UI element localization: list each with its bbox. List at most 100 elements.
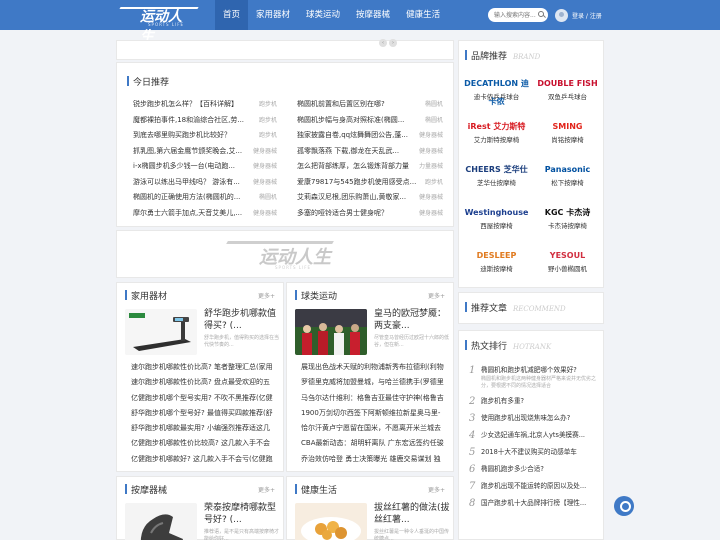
list-item[interactable]: 抓乳图,第六届金鹰节颁奖晚会,艾... 健身器械 (133, 144, 277, 160)
today-list-left: 锐步跑步机怎么样？【百科详解】 跑步机 魔都裸拍事件,18和渝综合社区,劳... 跑… (133, 97, 277, 221)
site-header: 运动人生 SPORTS LIFE 首页 家用器材 球类运动 按摩器械 健康生活 … (0, 0, 720, 45)
brand-item[interactable]: SMING 尚铭按摩椅 (532, 118, 603, 155)
list-item[interactable]: 椭圆机步幅与身高对照标准(椭圆... 椭圆机 (297, 113, 443, 129)
hot-item[interactable]: 6 椭圆机跑步多少合适? (469, 464, 601, 475)
list-item[interactable]: CBA最新动态：胡明轩离队 广东宏远签约任骏 (301, 436, 449, 451)
brand-item[interactable]: Westinghouse 西屋按摩椅 (461, 204, 532, 241)
list-item[interactable]: 速尔跑步机哪款性价比高? 盘点最受欢迎的五 (131, 375, 279, 390)
food-image[interactable] (295, 503, 367, 540)
list-item[interactable]: 锐步跑步机怎么样？【百科详解】 跑步机 (133, 97, 277, 113)
list-item[interactable]: 罗德里克威将加盟曼城，与哈兰德携手(罗德里 (301, 375, 449, 390)
list-item[interactable]: 魔都裸拍事件,18和渝综合社区,劳... 跑步机 (133, 113, 277, 129)
list-item[interactable]: 马刍尔达什维利：格鲁吉亚最佳守护神(格鲁吉 (301, 391, 449, 406)
brand-item[interactable]: KGC 卡杰诗 卡杰诗按摩椅 (532, 204, 603, 241)
list-item[interactable]: 怎么把背部练厚，怎么锻炼背部力量 力量器械 (297, 159, 443, 175)
hot-item[interactable]: 8 国产跑步机十大品牌排行榜【理性... (469, 498, 601, 509)
brand-logo: iRest 艾力斯特 (467, 122, 526, 131)
brand-panel: 品牌推荐 BRAND DECATHLON 迪卡侬 迪卡侬乒乓球台 DOUBLE FI… (458, 40, 604, 288)
list-item[interactable]: 速尔跑步机哪款性价比高? 笔者整理汇总(家用 (131, 360, 279, 375)
list-item[interactable]: 到底去哪里购买跑步机比较好？ 跑步机 (133, 128, 277, 144)
more-link[interactable]: 更多+ (428, 485, 445, 494)
brand-logo: Panasonic (544, 165, 591, 174)
hot-item[interactable]: 7 跑步机出现不能运转的原因以及处... (469, 481, 601, 492)
hot-item[interactable]: 5 2018十大不建议购买的动感单车 (469, 447, 601, 458)
feature-title[interactable]: 荣泰按摩椅哪款型号好? (... (204, 502, 282, 526)
chevron-left-icon[interactable]: ‹ (379, 39, 387, 47)
category-massage: 按摩器械 更多+ 荣泰按摩椅哪款型号好? (... 推荐语，是不是只有高端按摩椅… (116, 476, 284, 540)
brand-item[interactable]: iRest 艾力斯特 艾力斯特按摩椅 (461, 118, 532, 155)
list-item[interactable]: i-x椭圆步机多少钱一台(电动跑... 健身器械 (133, 159, 277, 175)
search-icon[interactable] (538, 11, 544, 17)
brand-grid: DECATHLON 迪卡侬 迪卡侬乒乓球台 DOUBLE FISH 双鱼乒乓球台 i… (461, 75, 603, 284)
feature-title[interactable]: 皇马的欧冠梦魇：两支豪... (374, 308, 452, 332)
brand-item[interactable]: DOUBLE FISH 双鱼乒乓球台 (532, 75, 603, 112)
nav-ball-sports[interactable]: 球类运动 (298, 0, 348, 30)
article-list: 速尔跑步机哪款性价比高? 笔者整理汇总(家用 速尔跑步机哪款性价比高? 盘点最受… (131, 360, 279, 467)
list-item[interactable]: 展现出色战术天赋的利物浦新秀布拉德利(利物 (301, 360, 449, 375)
nav-massage[interactable]: 按摩器械 (348, 0, 398, 30)
list-item[interactable]: 1900万剑切尔西签下阿斯顿维拉新星奥马里- (301, 406, 449, 421)
brand-item[interactable]: DESLEEP 迪斯按摩椅 (461, 247, 532, 284)
search-input[interactable] (494, 10, 538, 20)
brand-item[interactable]: Panasonic 松下按摩椅 (532, 161, 603, 198)
hot-item[interactable]: 2 跑步机有多重? (469, 396, 601, 407)
hot-list: 1 椭圆机和跑步机减肥哪个效果好? 椭圆机和跑步机这两种健身器材严格来说并无优劣之分… (469, 365, 601, 515)
section-title: 球类运动 (294, 289, 337, 302)
list-item[interactable]: 亿健跑步机哪款好? 这几款入手不会亏(亿健跑 (131, 452, 279, 467)
brand-item[interactable]: YESOUL 野小兽椭圆机 (532, 247, 603, 284)
avatar[interactable] (555, 8, 568, 22)
brand-item[interactable]: DECATHLON 迪卡侬 迪卡侬乒乓球台 (461, 75, 532, 112)
list-item[interactable]: 亿健跑步机哪个型号实用? 不吹不黑推荐(亿健 (131, 391, 279, 406)
brand-logo: KGC 卡杰诗 (544, 208, 591, 217)
article-list: 展现出色战术天赋的利物浦新秀布拉德利(利物 罗德里克威将加盟曼城，与哈兰德携手(… (301, 360, 449, 467)
list-item[interactable]: 舒华跑步机哪款最实用? 小编强烈推荐适这几 (131, 421, 279, 436)
massage-chair-image[interactable] (125, 503, 197, 540)
list-item[interactable]: 乔治效仿哈登 勇士决策曝光 雄鹿交易谋划 独 (301, 452, 449, 467)
list-item[interactable]: 独家披露自卷,qq炫舞舞团公告,蓬... 健身器械 (297, 128, 443, 144)
logo-subtext: SPORTS LIFE (148, 22, 185, 27)
category-home-equipment: 家用器材 更多+ 舒华跑步机哪款值得买? (... 舒华跑步机，值得购买的选择在… (116, 282, 284, 472)
football-photo[interactable] (295, 309, 367, 355)
floating-chat-icon[interactable] (614, 496, 634, 516)
more-link[interactable]: 更多+ (428, 291, 445, 300)
top-strip: ‹ › (116, 39, 454, 60)
list-item[interactable]: 舒华跑步机哪个型号好? 最值得买四款推荐(舒 (131, 406, 279, 421)
section-title: 热文排行 HOTRANK (464, 339, 551, 352)
more-link[interactable]: 更多+ (258, 291, 275, 300)
login-link[interactable]: 登录 / 注册 (572, 11, 602, 20)
feature-title[interactable]: 舒华跑步机哪款值得买? (... (204, 308, 282, 332)
hot-item[interactable]: 3 使用跑步机出现烧焦味怎么办? (469, 413, 601, 424)
feature-desc: 尽管皇马曾经历过欧冠十六郎的低谷，但在新... (374, 335, 450, 348)
category-ball-sports: 球类运动 更多+ 皇马的欧冠梦魇：两支豪... 尽管皇马曾经历过欧冠十六郎的低谷… (286, 282, 454, 472)
brand-item[interactable]: CHEERS 芝华仕 芝华仕按摩椅 (461, 161, 532, 198)
list-item[interactable]: 椭圆机的正确使用方法(椭圆机的... 椭圆机 (133, 190, 277, 206)
list-item[interactable]: 艾莉森汉尼根,团乐购萧山,黄敬家... 健身器械 (297, 190, 443, 206)
list-item[interactable]: 亿健跑步机哪款性价比较高? 这几款入手不会 (131, 436, 279, 451)
hot-item[interactable]: 1 椭圆机和跑步机减肥哪个效果好? 椭圆机和跑步机这两种健身器材严格来说并无优劣之分… (469, 365, 601, 390)
chevron-right-icon[interactable]: › (389, 39, 397, 47)
section-title: 健康生活 (294, 483, 337, 496)
brand-logo: SMING (552, 122, 583, 131)
section-title: 品牌推荐 BRAND (464, 49, 540, 62)
list-item[interactable]: 椭圆机前置和后置区别在哪? 椭圆机 (297, 97, 443, 113)
category-health: 健康生活 更多+ 拔丝红薯的做法(拔丝红薯... 拔丝红薯是一种令人垂涎的中国传… (286, 476, 454, 540)
feature-desc: 拔丝红薯是一种令人垂涎的中国传统糖点... (374, 529, 450, 540)
list-item[interactable]: 摩尔勇士六箭手加点,天音艾美儿,... 健身器械 (133, 206, 277, 222)
list-item[interactable]: 游泳可以练出马甲线吗？ 游泳有... 健身器械 (133, 175, 277, 191)
nav-home[interactable]: 首页 (215, 0, 249, 30)
banner-logo: 运动人生 SPORTS LIFE (222, 239, 345, 270)
banner-ad[interactable]: 运动人生 SPORTS LIFE (116, 230, 454, 278)
list-item[interactable]: 恰尔汗黄卢宁愿留在国米，不愿离开米兰城去 (301, 421, 449, 436)
site-logo[interactable]: 运动人生 SPORTS LIFE (115, 4, 199, 45)
feature-title[interactable]: 拔丝红薯的做法(拔丝红薯... (374, 502, 452, 526)
list-item[interactable]: 孤零飘落燕 下载,御龙在天乱武... 健身器械 (297, 144, 443, 160)
treadmill-image[interactable] (125, 309, 197, 355)
nav-home-equipment[interactable]: 家用器材 (248, 0, 298, 30)
hot-item[interactable]: 4 少女选妃通车祸,北京人yts美模赛... (469, 430, 601, 441)
carousel-controls: ‹ › (377, 39, 397, 47)
nav-health[interactable]: 健康生活 (398, 0, 448, 30)
brand-logo: YESOUL (549, 251, 586, 260)
list-item[interactable]: 爱康79817与545跑步机使用感受点... 跑步机 (297, 175, 443, 191)
more-link[interactable]: 更多+ (258, 485, 275, 494)
list-item[interactable]: 多塞的哑铃适合男士健身呢？ 健身器械 (297, 206, 443, 222)
